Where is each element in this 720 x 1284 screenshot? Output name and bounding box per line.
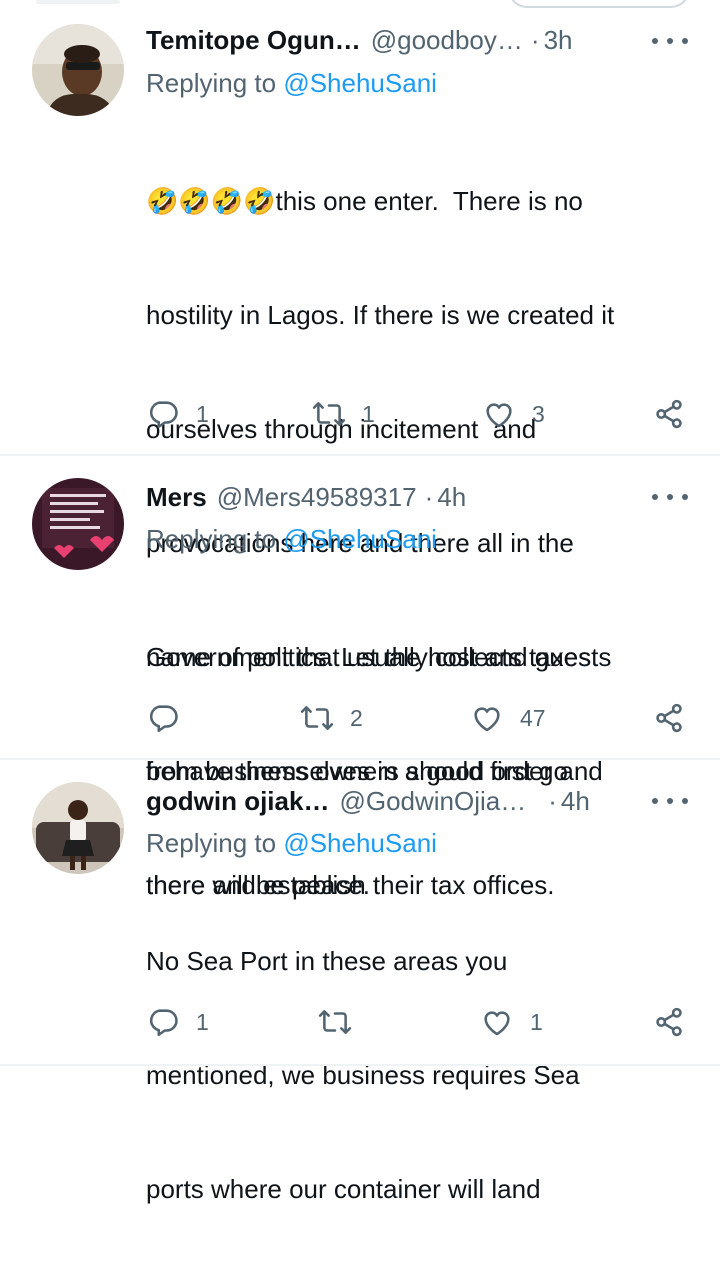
mention-link[interactable]: @ShehuSani <box>283 68 437 98</box>
user-handle[interactable]: @Mers49589317 <box>217 481 417 513</box>
text-line: Government that usually collects taxes <box>146 642 592 672</box>
reply-icon <box>146 1005 180 1039</box>
retweet-count: 2 <box>350 704 363 731</box>
retweet-button[interactable]: 1 <box>312 394 375 434</box>
separator-dot: · <box>530 25 540 55</box>
text-line: 🤣🤣🤣🤣this one enter. There is no <box>146 186 583 216</box>
tweet-1[interactable]: Temitope Ogun… @goodboy… · 3h Replying t… <box>0 0 720 900</box>
display-name[interactable]: Temitope Ogun… <box>146 24 361 56</box>
display-name[interactable]: Mers <box>146 481 207 513</box>
share-icon <box>652 397 686 431</box>
tweet-2[interactable]: Mers @Mers49589317 · 4h Replying to @She… <box>0 456 720 900</box>
avatar[interactable] <box>32 478 124 570</box>
retweet-button[interactable] <box>318 1002 368 1042</box>
reply-button[interactable]: 1 <box>146 1002 209 1042</box>
text-line: No Sea Port in these areas you <box>146 946 508 976</box>
share-button[interactable] <box>652 1002 686 1042</box>
tweet-actions: 2 47 <box>0 698 720 738</box>
replying-to: Replying to @ShehuSani <box>146 521 437 557</box>
reply-count: 1 <box>196 1008 209 1035</box>
text-line: mentioned, we business requires Sea <box>146 1060 580 1090</box>
share-icon <box>652 1005 686 1039</box>
more-icon[interactable] <box>652 786 688 816</box>
tweet-actions: 1 1 3 <box>0 394 720 434</box>
more-icon[interactable] <box>652 482 688 512</box>
timestamp[interactable]: 4h <box>437 481 466 513</box>
like-count: 1 <box>530 1008 543 1035</box>
timestamp[interactable]: 4h <box>561 785 590 817</box>
mention-link[interactable]: @ShehuSani <box>283 524 437 554</box>
user-handle[interactable]: @GodwinOjia… <box>339 785 526 817</box>
emoji-rofl: 🤣🤣🤣🤣 <box>146 186 276 216</box>
separator-dot: · <box>424 482 434 512</box>
replying-to-label: Replying to <box>146 68 277 98</box>
reply-icon <box>146 701 180 735</box>
divider <box>0 1064 720 1066</box>
reply-button[interactable]: 1 <box>146 394 209 434</box>
like-button[interactable]: 47 <box>470 698 546 738</box>
timestamp[interactable]: 3h <box>544 24 573 56</box>
tweet-header: Temitope Ogun… @goodboy… · 3h <box>146 24 624 56</box>
retweet-count: 1 <box>362 400 375 427</box>
text-line: ports where our container will land <box>146 1174 541 1204</box>
tweet-header: godwin ojiak… @GodwinOjia… · 4h <box>146 785 624 817</box>
replying-to-label: Replying to <box>146 828 277 858</box>
retweet-icon <box>312 397 346 431</box>
share-button[interactable] <box>652 394 686 434</box>
heart-icon <box>482 397 516 431</box>
retweet-icon <box>300 701 334 735</box>
replying-to: Replying to @ShehuSani <box>146 825 437 861</box>
avatar[interactable] <box>32 782 124 874</box>
like-count: 3 <box>532 400 545 427</box>
reply-count: 1 <box>196 400 209 427</box>
replying-to-label: Replying to <box>146 524 277 554</box>
like-button[interactable]: 1 <box>480 1002 543 1042</box>
retweet-button[interactable]: 2 <box>300 698 363 738</box>
heart-icon <box>480 1005 514 1039</box>
display-name[interactable]: godwin ojiak… <box>146 785 329 817</box>
tweet-header: Mers @Mers49589317 · 4h <box>146 481 624 513</box>
reply-icon <box>146 397 180 431</box>
replying-to: Replying to @ShehuSani <box>146 65 437 101</box>
text-line: hostility in Lagos. If there is we creat… <box>146 300 615 330</box>
avatar[interactable] <box>32 24 124 116</box>
tweet-3[interactable]: godwin ojiak… @GodwinOjia… · 4h Replying… <box>0 760 720 1204</box>
more-icon[interactable] <box>652 26 688 56</box>
tweet-text: No Sea Port in these areas you mentioned… <box>146 866 696 1284</box>
retweet-icon <box>318 1005 352 1039</box>
share-icon <box>652 701 686 735</box>
heart-icon <box>470 701 504 735</box>
tweet-actions: 1 1 <box>0 1002 720 1042</box>
share-button[interactable] <box>652 698 686 738</box>
reply-button[interactable] <box>146 698 196 738</box>
separator-dot: · <box>548 786 557 816</box>
mention-link[interactable]: @ShehuSani <box>283 828 437 858</box>
like-button[interactable]: 3 <box>482 394 545 434</box>
user-handle[interactable]: @goodboy… <box>371 24 523 56</box>
like-count: 47 <box>520 704 546 731</box>
